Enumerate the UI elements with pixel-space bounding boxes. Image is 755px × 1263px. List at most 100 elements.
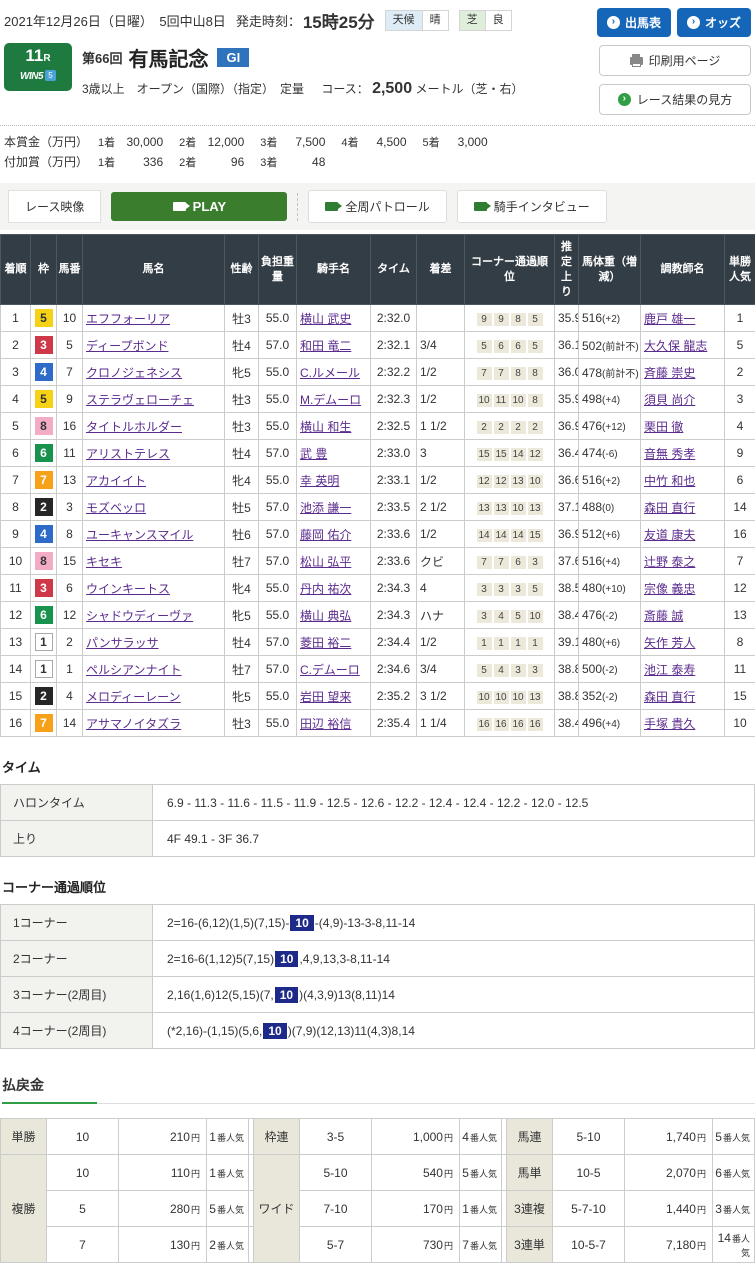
play-button[interactable]: PLAY: [111, 192, 287, 221]
corner-cell: 15151412: [465, 440, 555, 467]
horse-link[interactable]: タイトルホルダー: [86, 420, 182, 434]
trainer-link[interactable]: 中竹 和也: [644, 474, 695, 488]
horse-link[interactable]: アサマノイタズラ: [86, 717, 181, 731]
patrol-video-button[interactable]: 全周パトロール: [308, 190, 446, 223]
horse-link[interactable]: エフフォーリア: [86, 312, 170, 326]
corner-section-title: コーナー通過順位: [2, 877, 755, 896]
waku-badge: 2: [35, 687, 53, 705]
horse-link[interactable]: メロディーレーン: [86, 690, 181, 704]
start-time: 15時25分: [303, 8, 375, 33]
horse-number-cell: 13: [57, 467, 83, 494]
horse-link[interactable]: ディープボンド: [86, 339, 168, 353]
trainer-cell: 辻野 泰之: [641, 548, 725, 575]
jockey-link[interactable]: 松山 弘平: [300, 555, 351, 569]
trainer-link[interactable]: 矢作 芳人: [644, 636, 695, 650]
corner-cell: 5433: [465, 656, 555, 683]
results-header-cell: 調教師名: [641, 235, 725, 305]
trainer-link[interactable]: 斎藤 誠: [644, 609, 683, 623]
payout-popularity: 2番人気: [207, 1227, 249, 1263]
trainer-link[interactable]: 森田 直行: [644, 501, 695, 515]
result-guide-button[interactable]: ›レース結果の見方: [599, 84, 751, 115]
odds-button[interactable]: ›オッズ: [677, 8, 751, 37]
trainer-link[interactable]: 辻野 泰之: [644, 555, 695, 569]
race-video-label[interactable]: レース映像: [8, 190, 101, 223]
horse-link[interactable]: ユーキャンスマイル: [86, 528, 193, 542]
jockey-link[interactable]: 横山 武史: [300, 312, 351, 326]
corner-position: 10: [511, 394, 526, 407]
horse-link[interactable]: ペルシアンナイト: [86, 663, 182, 677]
jockey-link[interactable]: 横山 和生: [300, 420, 351, 434]
trainer-link[interactable]: 宗像 義忠: [644, 582, 695, 596]
popularity-cell: 2: [725, 359, 755, 386]
horse-link[interactable]: モズベッロ: [86, 501, 146, 515]
turf-condition-badge: 芝良: [459, 10, 512, 31]
waku-badge: 6: [35, 606, 53, 624]
body-weight-cell: 512(+6): [579, 521, 641, 548]
jockey-cell: 横山 和生: [297, 413, 371, 440]
time-cell: 2:32.3: [371, 386, 417, 413]
jockey-link[interactable]: 幸 英明: [300, 474, 339, 488]
load-weight-cell: 57.0: [259, 548, 297, 575]
body-weight-cell: 502(前計不): [579, 332, 641, 359]
waku-cell: 1: [31, 629, 57, 656]
payout-popularity: 5番人気: [207, 1191, 249, 1227]
jockey-link[interactable]: 藤岡 佑介: [300, 528, 351, 542]
trainer-link[interactable]: 音無 秀孝: [644, 447, 695, 461]
trainer-link[interactable]: 鹿戸 雄一: [644, 312, 695, 326]
horse-link[interactable]: パンサラッサ: [86, 636, 159, 650]
jockey-link[interactable]: 岩田 望来: [300, 690, 351, 704]
highlighted-horse-number: 10: [263, 1023, 286, 1039]
trainer-link[interactable]: 池江 泰寿: [644, 663, 695, 677]
bet-type-label: 3連複: [507, 1191, 553, 1227]
corner-position: 12: [528, 448, 543, 461]
jockey-link[interactable]: 横山 典弘: [300, 609, 351, 623]
trainer-link[interactable]: 友道 康夫: [644, 528, 695, 542]
jockey-link[interactable]: 武 豊: [300, 447, 327, 461]
corner-cell: 2222: [465, 413, 555, 440]
corner-cell: 13131013: [465, 494, 555, 521]
race-number: 11R: [4, 46, 72, 69]
jockey-link[interactable]: 田辺 裕信: [300, 717, 351, 731]
prize-sub-items: 1着3362着963着48: [98, 154, 341, 170]
race-conditions: 3歳以上 オープン（国際）（指定） 定量 コース： 2,500 メートル（芝・右…: [82, 80, 523, 98]
horse-link[interactable]: ウインキートス: [86, 582, 170, 596]
payout-spacer: [249, 1227, 254, 1263]
horse-link[interactable]: アカイイト: [86, 474, 146, 488]
horse-link[interactable]: キセキ: [86, 555, 122, 569]
popularity-suffix: 番人気: [217, 1133, 244, 1143]
jockey-link[interactable]: 菱田 裕二: [300, 636, 351, 650]
header-buttons: ›出馬表 ›オッズ 印刷用ページ ›レース結果の見方: [591, 8, 751, 115]
jockey-link[interactable]: C.ルメール: [300, 366, 360, 380]
results-header-cell: 馬体重（増減）: [579, 235, 641, 305]
jockey-link[interactable]: C.デムーロ: [300, 663, 360, 677]
jockey-link[interactable]: M.デムーロ: [300, 393, 361, 407]
trainer-link[interactable]: 大久保 龍志: [644, 339, 707, 353]
jockey-link[interactable]: 池添 謙一: [300, 501, 351, 515]
rank-cell: 13: [1, 629, 31, 656]
horse-link[interactable]: クロノジェネシス: [86, 366, 182, 380]
jockey-interview-button[interactable]: 騎手インタビュー: [457, 190, 607, 223]
entries-button[interactable]: ›出馬表: [597, 8, 671, 37]
trainer-link[interactable]: 手塚 貴久: [644, 717, 695, 731]
horse-link[interactable]: シャドウディーヴァ: [86, 609, 193, 623]
horse-link[interactable]: ステラヴェローチェ: [86, 393, 194, 407]
time-table-body: ハロンタイム6.9 - 11.3 - 11.6 - 11.5 - 11.9 - …: [1, 785, 755, 857]
trainer-link[interactable]: 斉藤 崇史: [644, 366, 695, 380]
print-page-button[interactable]: 印刷用ページ: [599, 45, 751, 76]
trainer-link[interactable]: 須貝 尚介: [644, 393, 695, 407]
horse-link[interactable]: アリストテレス: [86, 447, 170, 461]
waku-badge: 3: [35, 336, 53, 354]
corner-position: 13: [494, 502, 509, 515]
jockey-link[interactable]: 丹内 祐次: [300, 582, 351, 596]
time-row: 上り4F 49.1 - 3F 36.7: [1, 821, 755, 857]
yen-suffix: 円: [191, 1169, 200, 1179]
trainer-link[interactable]: 栗田 徹: [644, 420, 683, 434]
body-weight-cell: 488(0): [579, 494, 641, 521]
payout-amount: 110円: [119, 1155, 207, 1191]
weather-value: 晴: [422, 11, 448, 30]
corner-position: 10: [528, 475, 543, 488]
prize-section: 本賞金（万円） 1着30,0002着12,0003着7,5004着4,5005着…: [0, 126, 755, 177]
trainer-link[interactable]: 森田 直行: [644, 690, 695, 704]
jockey-cell: 丹内 祐次: [297, 575, 371, 602]
jockey-link[interactable]: 和田 竜二: [300, 339, 351, 353]
